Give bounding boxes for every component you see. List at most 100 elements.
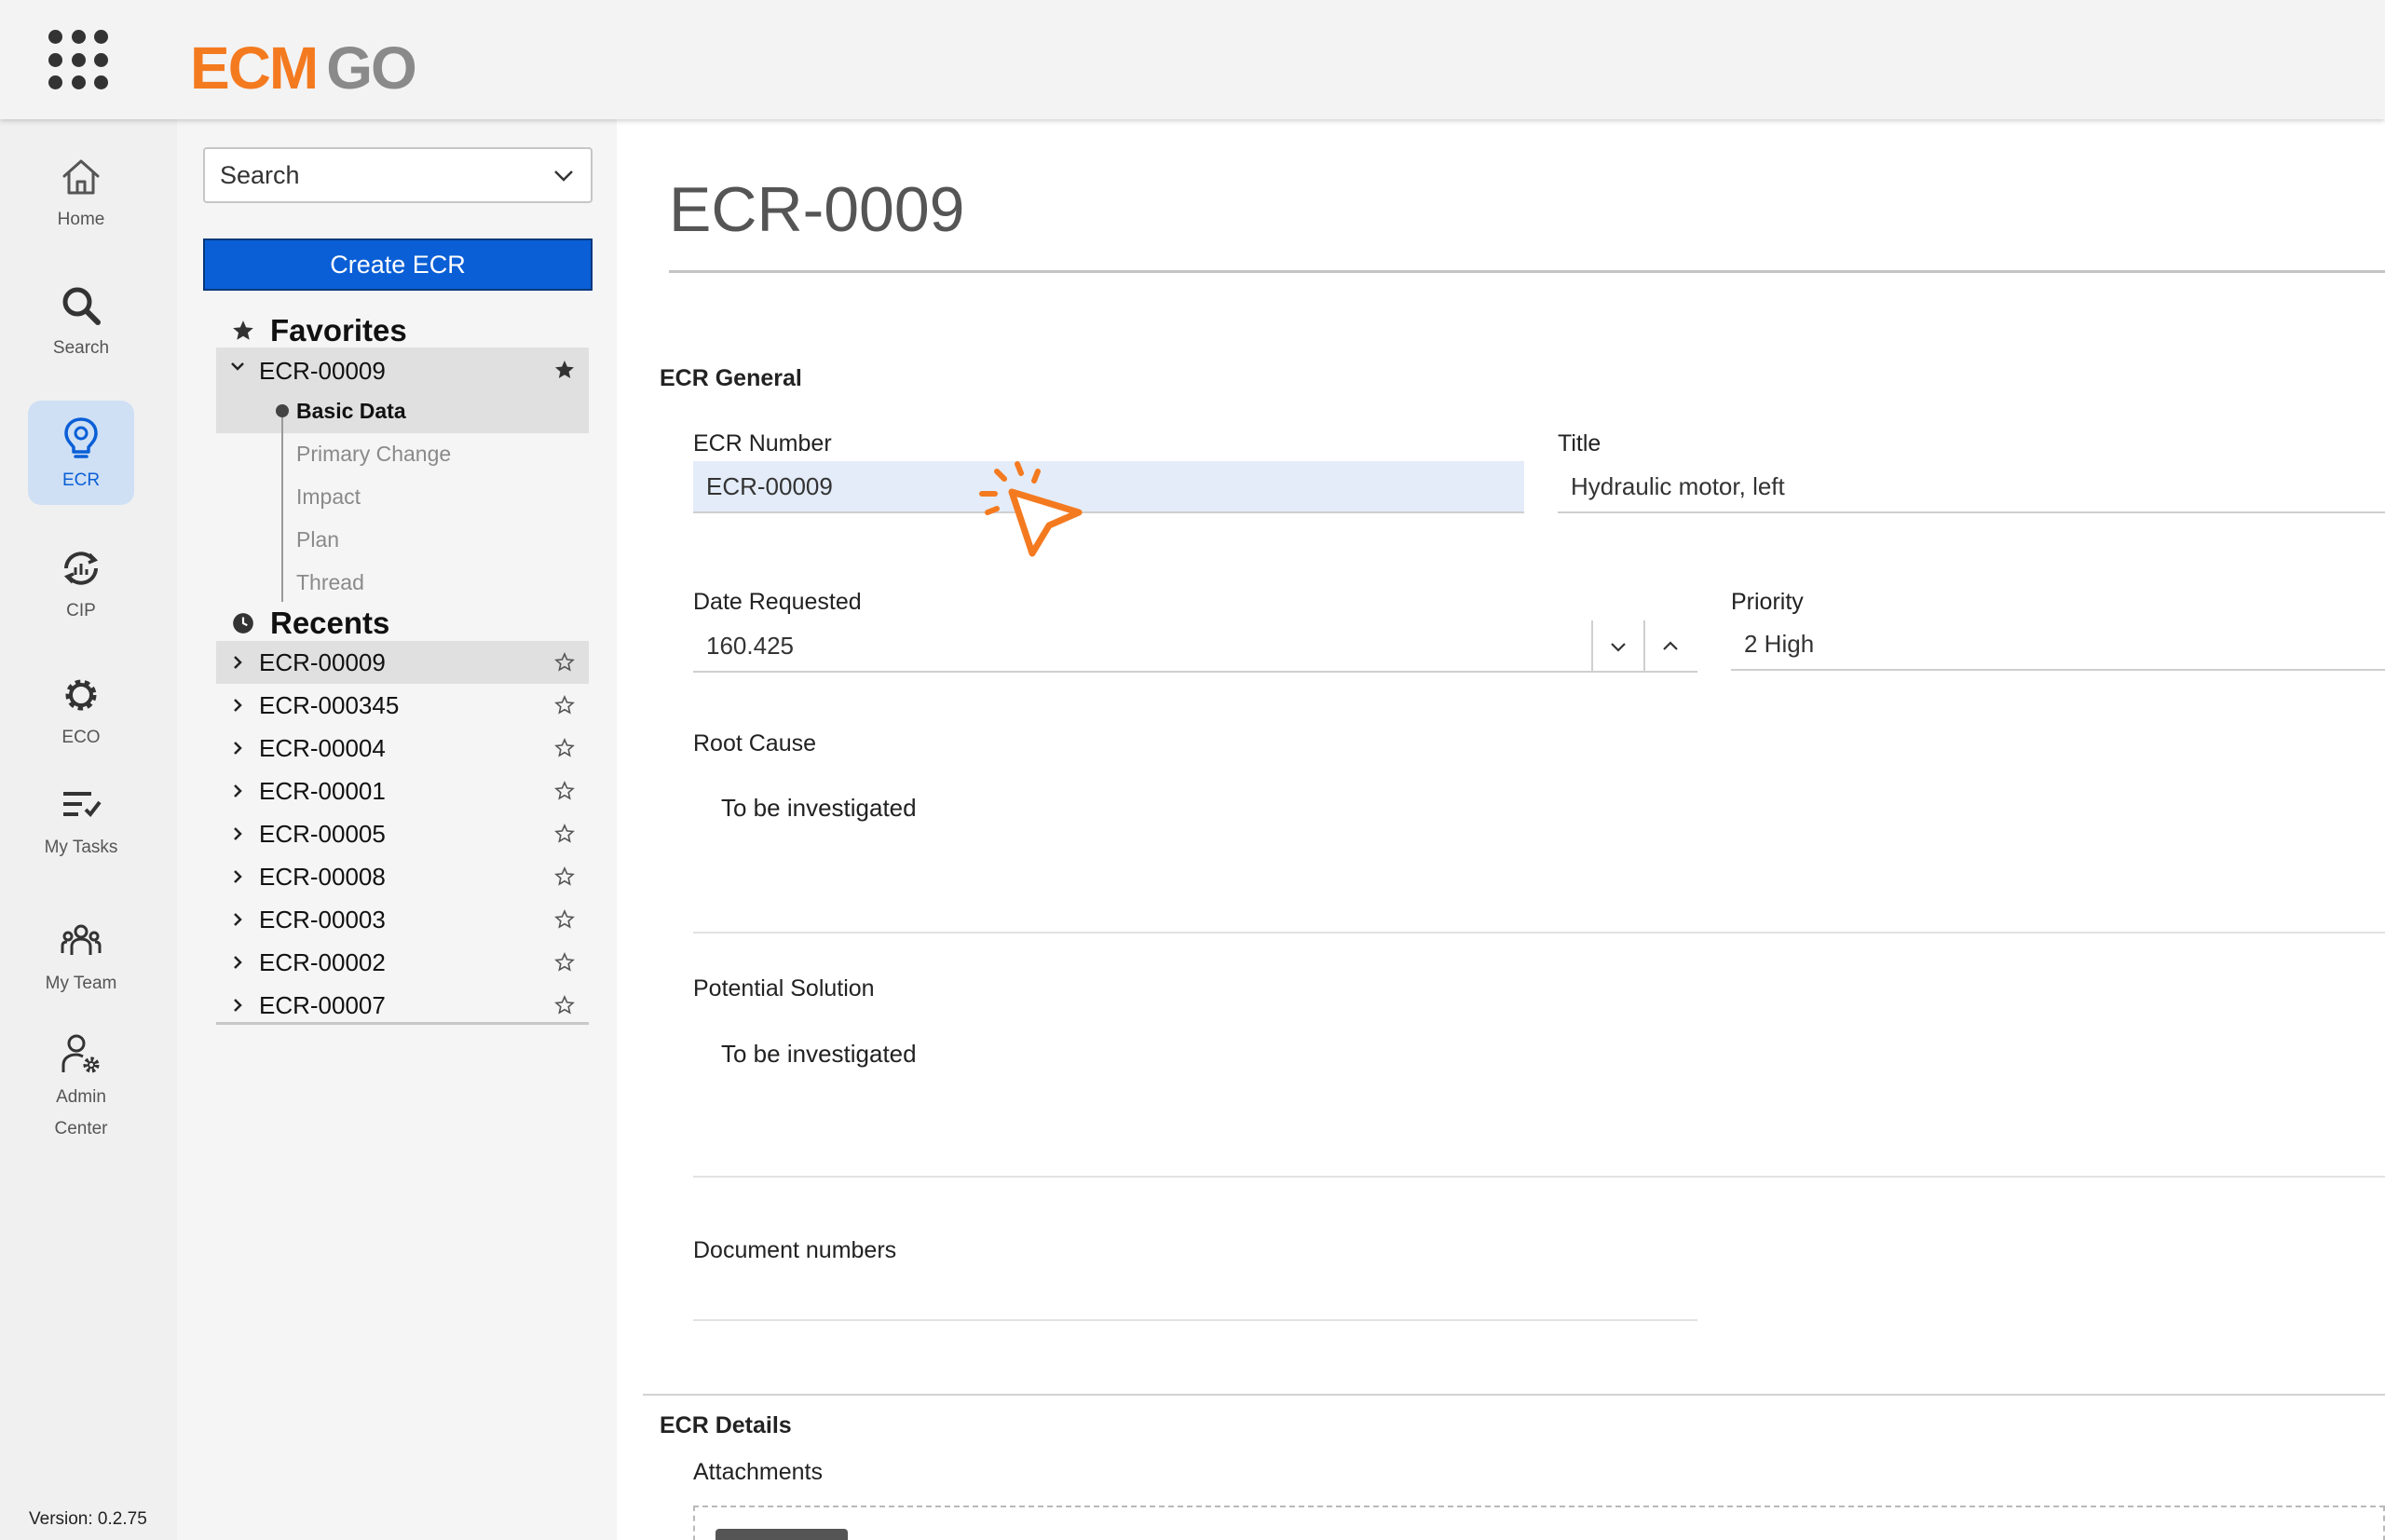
rail-label-home: Home	[57, 210, 105, 229]
chevron-up-icon	[1663, 641, 1678, 650]
rail-label-center: Center	[54, 1119, 108, 1138]
ecm-go-logo[interactable]: ECM GO	[190, 34, 417, 102]
page-title: ECR-0009	[669, 174, 965, 245]
chevron-down-icon	[1611, 643, 1626, 652]
star-outline-icon[interactable]	[553, 780, 576, 802]
top-bar: ECM GO	[0, 0, 2385, 119]
rail-label-cip: CIP	[66, 601, 96, 620]
tree-item-primary-change[interactable]: Primary Change	[296, 442, 451, 467]
rail-item-my-tasks[interactable]: My Tasks	[28, 768, 134, 872]
recent-item[interactable]: ECR-00002	[216, 941, 589, 984]
star-outline-icon[interactable]	[553, 651, 576, 674]
rail-item-home[interactable]: Home	[28, 140, 134, 244]
app-launcher-icon[interactable]	[48, 30, 110, 91]
rail-item-my-team[interactable]: My Team	[28, 904, 134, 1008]
chevron-right-icon[interactable]	[216, 653, 259, 672]
rail-item-admin-center[interactable]: Admin Center	[28, 1025, 134, 1146]
chevron-right-icon[interactable]	[216, 953, 259, 972]
chevron-right-icon[interactable]	[216, 782, 259, 800]
title-field[interactable]: Hydraulic motor, left	[1558, 461, 2385, 513]
rail-label-eco: ECO	[61, 728, 101, 747]
star-outline-icon[interactable]	[553, 865, 576, 888]
chevron-right-icon[interactable]	[216, 739, 259, 757]
star-outline-icon[interactable]	[553, 994, 576, 1016]
root-cause-underline	[693, 932, 2385, 934]
home-icon	[62, 159, 100, 195]
version-label: Version: 0.2.75	[29, 1509, 147, 1529]
attachments-label: Attachments	[693, 1459, 823, 1485]
tree-item-impact[interactable]: Impact	[296, 484, 361, 510]
date-increment-button[interactable]	[1643, 620, 1696, 673]
recent-item[interactable]: ECR-00004	[216, 727, 589, 770]
ecr-number-field[interactable]: ECR-00009	[693, 461, 1524, 513]
recent-item-label: ECR-00002	[259, 947, 386, 976]
lightbulb-icon	[64, 417, 98, 458]
section-divider	[643, 1394, 2385, 1396]
ecr-general-heading: ECR General	[660, 365, 802, 391]
chevron-right-icon[interactable]	[216, 696, 259, 715]
tree-item-thread[interactable]: Thread	[296, 570, 364, 595]
title-divider	[669, 270, 2385, 273]
star-filled-icon[interactable]	[553, 359, 576, 381]
recent-item-label: ECR-00004	[259, 733, 386, 762]
recents-heading: Recents	[233, 606, 389, 641]
main-content	[617, 119, 2385, 1540]
rail-label-my-tasks: My Tasks	[44, 838, 118, 857]
star-outline-icon[interactable]	[553, 737, 576, 759]
team-icon	[61, 924, 102, 955]
rail-item-search[interactable]: Search	[28, 268, 134, 373]
potential-solution-value[interactable]: To be investigated	[721, 1040, 917, 1069]
recent-item-label: ECR-000345	[259, 690, 400, 719]
search-placeholder: Search	[220, 160, 300, 189]
rail-item-cip[interactable]: CIP	[28, 531, 134, 635]
document-numbers-field[interactable]	[693, 1319, 1697, 1321]
star-outline-icon[interactable]	[553, 908, 576, 931]
ecr-number-label: ECR Number	[693, 430, 832, 457]
admin-user-gear-icon	[61, 1034, 100, 1073]
tasks-icon	[63, 792, 102, 818]
search-select[interactable]: Search	[203, 147, 593, 203]
recent-item[interactable]: ECR-00008	[216, 855, 589, 898]
title-label: Title	[1558, 430, 1601, 457]
date-decrement-button[interactable]	[1591, 620, 1643, 673]
recent-item-label: ECR-00007	[259, 990, 386, 1019]
logo-go-text: GO	[326, 34, 417, 102]
chevron-right-icon[interactable]	[216, 910, 259, 929]
tree-item-basic-data[interactable]: Basic Data	[296, 399, 406, 424]
priority-field[interactable]: 2 High	[1731, 619, 2385, 671]
star-outline-icon[interactable]	[553, 823, 576, 845]
recent-item[interactable]: ECR-00009	[216, 641, 589, 684]
favorite-label: ECR-00009	[259, 357, 386, 385]
recent-item-label: ECR-00003	[259, 905, 386, 934]
date-requested-field[interactable]: 160.425	[693, 620, 1697, 673]
attachments-dropzone[interactable]	[693, 1506, 2385, 1540]
recent-item-label: ECR-00001	[259, 776, 386, 805]
star-outline-icon[interactable]	[553, 694, 576, 716]
recent-item[interactable]: ECR-00003	[216, 898, 589, 941]
recent-item[interactable]: ECR-00005	[216, 812, 589, 855]
create-ecr-button[interactable]: Create ECR	[203, 238, 593, 291]
chevron-down-icon	[554, 170, 573, 182]
recent-item-label: ECR-00008	[259, 862, 386, 891]
favorites-heading: Favorites	[233, 313, 407, 348]
rail-item-eco[interactable]: ECO	[28, 658, 134, 762]
chevron-down-icon[interactable]	[216, 357, 259, 375]
star-filled-icon	[233, 320, 253, 340]
rail-label-my-team: My Team	[45, 974, 117, 993]
document-numbers-label: Document numbers	[693, 1237, 897, 1263]
recent-item[interactable]: ECR-00007	[216, 984, 589, 1027]
recent-item[interactable]: ECR-00001	[216, 770, 589, 812]
attachments-upload-button[interactable]	[716, 1529, 848, 1540]
recent-item[interactable]: ECR-000345	[216, 684, 589, 727]
root-cause-label: Root Cause	[693, 730, 817, 756]
chevron-right-icon[interactable]	[216, 867, 259, 886]
rail-item-ecr[interactable]: ECR	[28, 401, 134, 505]
chevron-right-icon[interactable]	[216, 825, 259, 843]
tree-item-plan[interactable]: Plan	[296, 527, 339, 552]
root-cause-value[interactable]: To be investigated	[721, 794, 917, 823]
star-outline-icon[interactable]	[553, 951, 576, 974]
chevron-right-icon[interactable]	[216, 996, 259, 1015]
rail-label-search: Search	[52, 338, 110, 358]
priority-label: Priority	[1731, 589, 1804, 615]
recents-divider	[216, 1022, 589, 1025]
